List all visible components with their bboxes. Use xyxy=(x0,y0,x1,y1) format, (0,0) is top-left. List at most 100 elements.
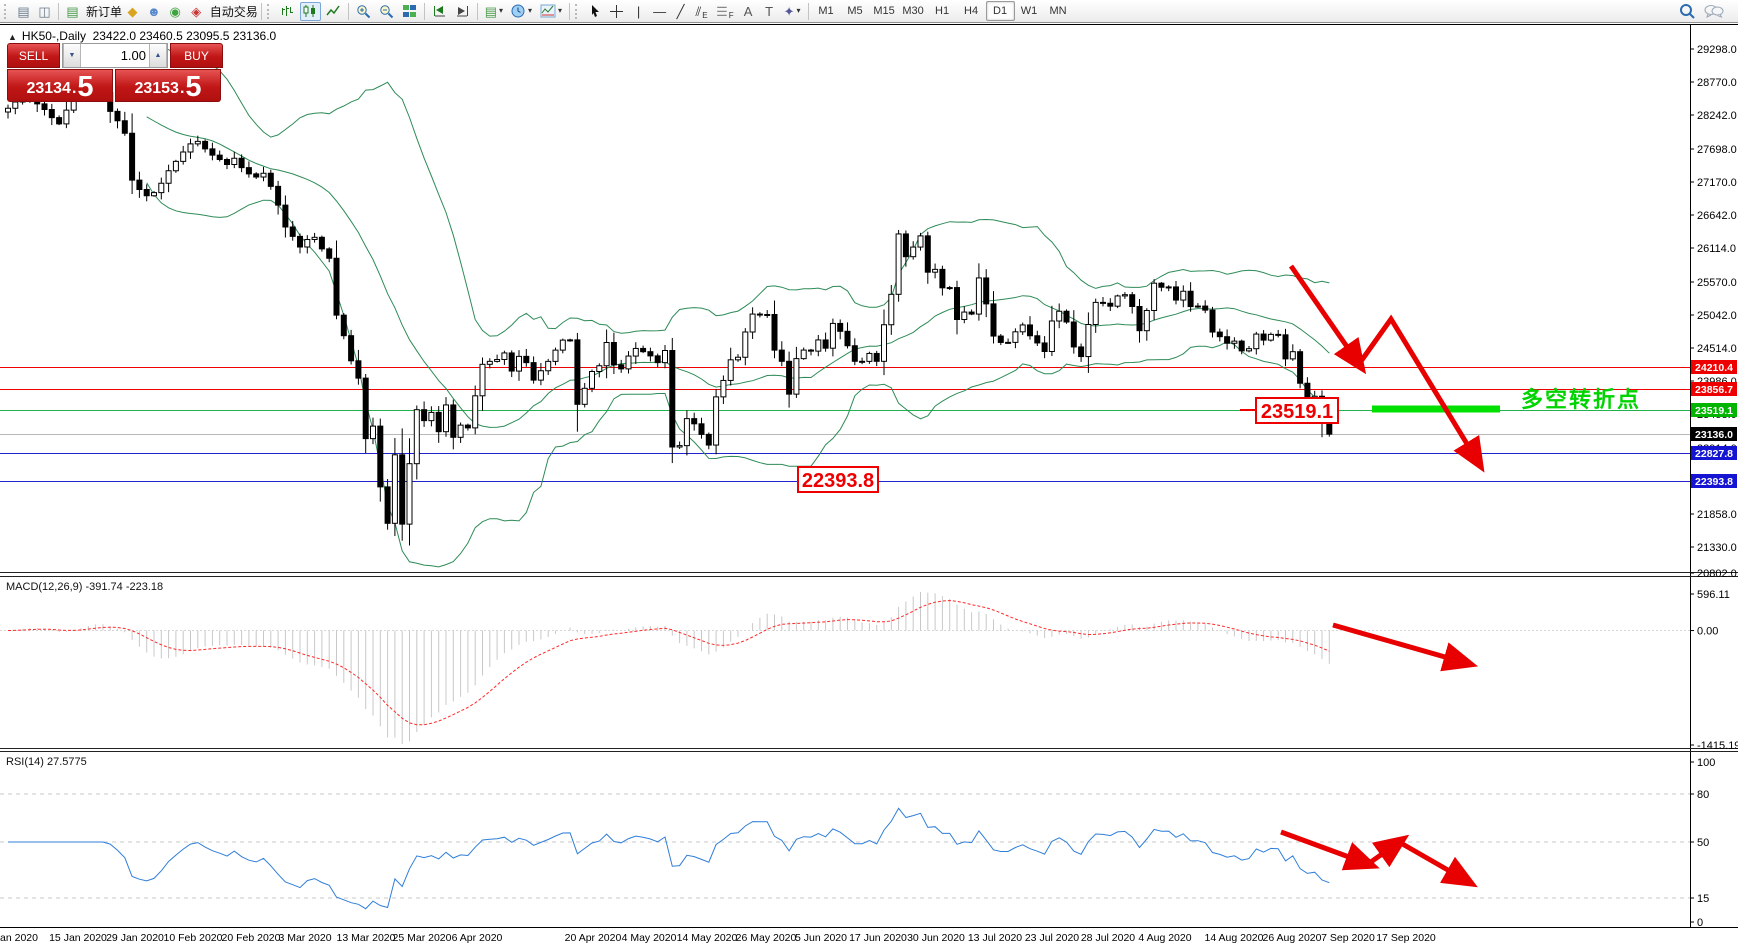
candle-body xyxy=(443,404,449,433)
auto-scroll-icon[interactable] xyxy=(429,2,450,21)
sell-button[interactable]: SELL xyxy=(7,43,60,68)
search-icon[interactable] xyxy=(1676,2,1699,21)
community-icon[interactable]: ☻ xyxy=(144,2,164,21)
date-tick-label: 26 May 2020 xyxy=(736,932,797,944)
new-order-label[interactable]: 新订单 xyxy=(86,3,122,20)
sell-price[interactable]: 23134. 5 xyxy=(7,69,113,102)
candle-body xyxy=(435,411,442,433)
date-tick-label: 23 Jul 2020 xyxy=(1025,932,1079,944)
candle-body xyxy=(406,463,413,525)
candle-body xyxy=(1297,351,1304,384)
timeframe-m30-button[interactable]: M30 xyxy=(899,1,928,21)
buy-button[interactable]: BUY xyxy=(170,43,223,68)
candle-body xyxy=(742,331,749,358)
timeframe-w1-button[interactable]: W1 xyxy=(1015,1,1044,21)
toolbar-separator xyxy=(58,2,59,20)
data-window-icon[interactable]: ◫ xyxy=(35,2,54,21)
zoom-in-icon[interactable] xyxy=(353,2,374,21)
rsi-header: RSI(14) 27.5775 xyxy=(6,756,87,768)
cursor-icon[interactable] xyxy=(585,2,604,21)
buy-price-frac: 5 xyxy=(185,71,202,103)
timeframe-m1-button[interactable]: M1 xyxy=(812,1,841,21)
dropdown-caret-icon[interactable]: ▾ xyxy=(797,7,801,15)
autotrading-icon[interactable]: ◈ xyxy=(187,2,206,21)
date-tick-label: 25 Mar 2020 xyxy=(393,932,452,944)
tile-windows-icon[interactable] xyxy=(399,2,420,21)
candle-body xyxy=(516,355,522,372)
text-icon[interactable]: A xyxy=(739,2,758,21)
candle-body xyxy=(683,418,690,447)
collapse-panel-icon[interactable]: ▲ xyxy=(8,32,17,42)
timeframe-h1-button[interactable]: H1 xyxy=(928,1,957,21)
candle-body xyxy=(114,110,121,122)
zoom-out-icon[interactable] xyxy=(376,2,397,21)
candle-body xyxy=(713,396,720,446)
bar-chart-icon[interactable] xyxy=(277,2,298,21)
candle-body xyxy=(48,109,55,119)
candle-body xyxy=(340,314,347,337)
timeframe-h4-button[interactable]: H4 xyxy=(957,1,986,21)
low-price-label: 22393.8 xyxy=(802,470,874,492)
pivot-green-segment[interactable] xyxy=(1372,405,1500,413)
candle-body xyxy=(1224,336,1231,344)
text-label-icon[interactable]: T xyxy=(760,2,779,21)
price-tick-label: 21858.0 xyxy=(1697,509,1737,521)
timeframe-name: Daily xyxy=(59,29,86,43)
trendline-icon[interactable]: ╱ xyxy=(671,2,690,21)
line-chart-icon[interactable] xyxy=(323,2,344,21)
candle-body xyxy=(1136,306,1143,332)
timeframe-m15-button[interactable]: M15 xyxy=(870,1,899,21)
buy-price[interactable]: 23153. 5 xyxy=(115,69,221,102)
history-center-icon[interactable]: ◆ xyxy=(123,2,142,21)
candle-body xyxy=(676,445,683,448)
volume-input[interactable]: 1.00 xyxy=(81,44,149,67)
candle-body xyxy=(939,268,946,289)
new-order-icon[interactable]: ▤ xyxy=(63,2,82,21)
timeframe-d1-button[interactable]: D1 xyxy=(985,1,1015,21)
candle-body xyxy=(187,143,194,153)
toolbar-grip[interactable] xyxy=(575,3,581,19)
autotrading-label[interactable]: 自动交易 xyxy=(210,3,258,20)
equidistant-channel-icon[interactable]: ⫽ E xyxy=(692,2,711,21)
chart-canvas[interactable]: 29298.0 28770.0 28242.0 27698.0 27170.0 26642… xyxy=(0,24,1738,944)
candle-body xyxy=(399,454,406,525)
candle-body xyxy=(822,339,829,349)
volume-increase-button[interactable]: ▲ xyxy=(149,44,167,67)
candle-body xyxy=(990,303,997,337)
dropdown-caret-icon[interactable]: ▾ xyxy=(558,7,562,15)
vertical-line-icon[interactable]: | xyxy=(629,2,648,21)
price-tick-label: 28770.0 xyxy=(1697,77,1737,89)
volume-decrease-button[interactable]: ▼ xyxy=(63,44,81,67)
candle-body xyxy=(1114,295,1121,307)
candle-body xyxy=(41,103,48,110)
timeframe-mn-button[interactable]: MN xyxy=(1044,1,1073,21)
candle-body xyxy=(1092,301,1099,325)
chart-window[interactable]: 29298.0 28770.0 28242.0 27698.0 27170.0 26642… xyxy=(0,24,1738,944)
market-watch-icon[interactable]: ▤ xyxy=(14,2,33,21)
date-tick-label: 28 Jul 2020 xyxy=(1081,932,1135,944)
chart-shift-icon[interactable] xyxy=(452,2,473,21)
arrows-icon[interactable]: ✦ ▾ xyxy=(781,2,804,21)
indicators-icon[interactable]: ▾ xyxy=(537,2,565,21)
sell-price-main: 23134 xyxy=(26,80,71,97)
horizontal-line-icon[interactable]: — xyxy=(650,2,669,21)
chat-icon[interactable] xyxy=(1701,2,1727,21)
text-icon: A xyxy=(743,3,753,19)
dropdown-caret-icon[interactable]: ▾ xyxy=(499,7,503,15)
candle-body xyxy=(720,379,727,398)
signals-icon[interactable]: ◉ xyxy=(166,2,185,21)
candle-body xyxy=(1107,302,1114,307)
candle-body xyxy=(567,339,574,342)
candlestick-chart-icon[interactable] xyxy=(299,1,321,21)
candle-body xyxy=(158,182,165,194)
timeframe-m5-button[interactable]: M5 xyxy=(841,1,870,21)
toolbar-grip[interactable] xyxy=(266,3,273,19)
candle-body xyxy=(318,236,325,250)
dropdown-caret-icon[interactable]: ▾ xyxy=(528,7,532,15)
new-template-icon[interactable]: ▤ ▾ xyxy=(482,2,506,21)
crosshair-icon[interactable] xyxy=(606,2,627,21)
period-icon[interactable]: ▾ xyxy=(508,2,535,21)
date-tick-label: 13 Mar 2020 xyxy=(337,932,396,944)
fibonacci-icon[interactable]: ☰ F xyxy=(713,2,737,21)
toolbar-grip[interactable] xyxy=(4,3,10,19)
